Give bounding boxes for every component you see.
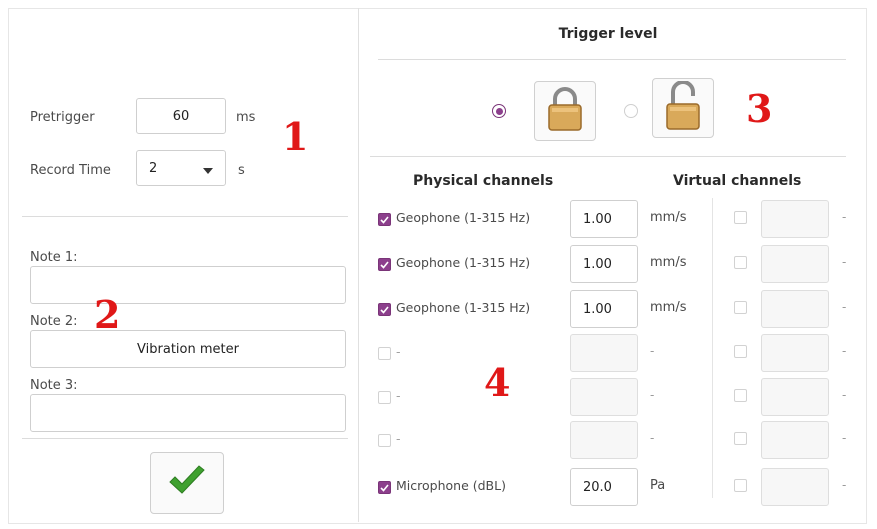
pretrigger-unit: ms [236, 110, 256, 125]
record-time-unit: s [238, 163, 245, 178]
physical-channel-unit: - [650, 388, 655, 402]
physical-channel-name: Geophone (1-315 Hz) [396, 300, 531, 315]
trigger-level-title: Trigger level [558, 26, 658, 42]
note-1-label: Note 1: [30, 250, 78, 265]
virtual-channel-input[interactable] [761, 334, 829, 372]
virtual-channels-header: Virtual channels [673, 173, 802, 189]
radio-unlocked[interactable] [624, 104, 638, 118]
physical-channel-unit: - [650, 344, 655, 358]
left-separator-top [22, 216, 348, 217]
trigger-bottom-separator [370, 156, 846, 157]
physical-channel-checkbox[interactable] [378, 391, 391, 404]
padlock-closed-icon [546, 86, 584, 136]
physical-channel-checkbox[interactable] [378, 434, 391, 447]
virtual-channel-checkbox[interactable] [734, 345, 747, 358]
note-2-label: Note 2: [30, 314, 78, 329]
physical-channel-name: Microphone (dBL) [396, 478, 506, 493]
virtual-channel-input[interactable] [761, 378, 829, 416]
virtual-channel-unit: - [842, 478, 847, 492]
physical-channel-level-input[interactable]: 1.00 [570, 290, 638, 328]
virtual-channel-input[interactable] [761, 468, 829, 506]
note-3-input[interactable] [30, 394, 346, 432]
physical-channel-level-input[interactable]: 1.00 [570, 200, 638, 238]
virtual-channel-unit: - [842, 431, 847, 445]
lock-button-unlocked[interactable] [652, 78, 714, 138]
pretrigger-input[interactable]: 60 [136, 98, 226, 134]
physical-channel-level-input[interactable]: 1.00 [570, 245, 638, 283]
note-3-label: Note 3: [30, 378, 78, 393]
physical-channel-name: - [396, 431, 401, 446]
virtual-channel-unit: - [842, 300, 847, 314]
lock-button-locked[interactable] [534, 81, 596, 141]
physical-channel-name: Geophone (1-315 Hz) [396, 210, 531, 225]
virtual-channel-checkbox[interactable] [734, 432, 747, 445]
padlock-open-icon [664, 80, 702, 135]
virtual-channel-checkbox[interactable] [734, 479, 747, 492]
virtual-channel-input[interactable] [761, 421, 829, 459]
virtual-channel-unit: - [842, 388, 847, 402]
physical-channel-name: Geophone (1-315 Hz) [396, 255, 531, 270]
physical-channel-checkbox[interactable] [378, 303, 391, 316]
virtual-channel-checkbox[interactable] [734, 211, 747, 224]
physical-channel-unit: mm/s [650, 210, 687, 225]
pretrigger-label: Pretrigger [30, 110, 95, 125]
annotation-4: 4 [484, 360, 511, 405]
virtual-channel-checkbox[interactable] [734, 301, 747, 314]
virtual-channel-unit: - [842, 255, 847, 269]
physical-channels-header: Physical channels [413, 173, 554, 189]
trigger-title-separator [378, 59, 846, 60]
record-time-value: 2 [149, 160, 158, 176]
virtual-channel-input[interactable] [761, 290, 829, 328]
note-1-input[interactable] [30, 266, 346, 304]
virtual-channel-unit: - [842, 344, 847, 358]
record-time-label: Record Time [30, 163, 111, 178]
radio-locked[interactable] [492, 104, 506, 118]
virtual-channel-input[interactable] [761, 200, 829, 238]
ok-button[interactable] [150, 452, 224, 514]
physical-channel-level-input[interactable] [570, 378, 638, 416]
caret-down-icon [203, 159, 213, 178]
physical-channel-checkbox[interactable] [378, 213, 391, 226]
left-separator-bottom [22, 438, 348, 439]
virtual-channel-unit: - [842, 210, 847, 224]
record-time-select[interactable]: 2 [136, 150, 226, 186]
panel-divider [358, 8, 359, 522]
annotation-2: 2 [94, 292, 121, 337]
physical-channel-unit: mm/s [650, 255, 687, 270]
physical-channel-name: - [396, 344, 401, 359]
annotation-3: 3 [746, 86, 773, 131]
physical-channel-checkbox[interactable] [378, 347, 391, 360]
virtual-channel-input[interactable] [761, 245, 829, 283]
virtual-channel-checkbox[interactable] [734, 389, 747, 402]
physical-channel-level-input[interactable] [570, 334, 638, 372]
physical-channel-checkbox[interactable] [378, 481, 391, 494]
virtual-channel-checkbox[interactable] [734, 256, 747, 269]
checkmark-icon [167, 465, 207, 501]
physical-channel-unit: Pa [650, 478, 666, 493]
physical-channel-level-input[interactable] [570, 421, 638, 459]
physical-channel-unit: mm/s [650, 300, 687, 315]
physical-channel-unit: - [650, 431, 655, 445]
physical-channel-name: - [396, 388, 401, 403]
channels-divider [712, 198, 713, 498]
annotation-1: 1 [282, 114, 309, 159]
physical-channel-checkbox[interactable] [378, 258, 391, 271]
physical-channel-level-input[interactable]: 20.0 [570, 468, 638, 506]
note-2-input[interactable]: Vibration meter [30, 330, 346, 368]
